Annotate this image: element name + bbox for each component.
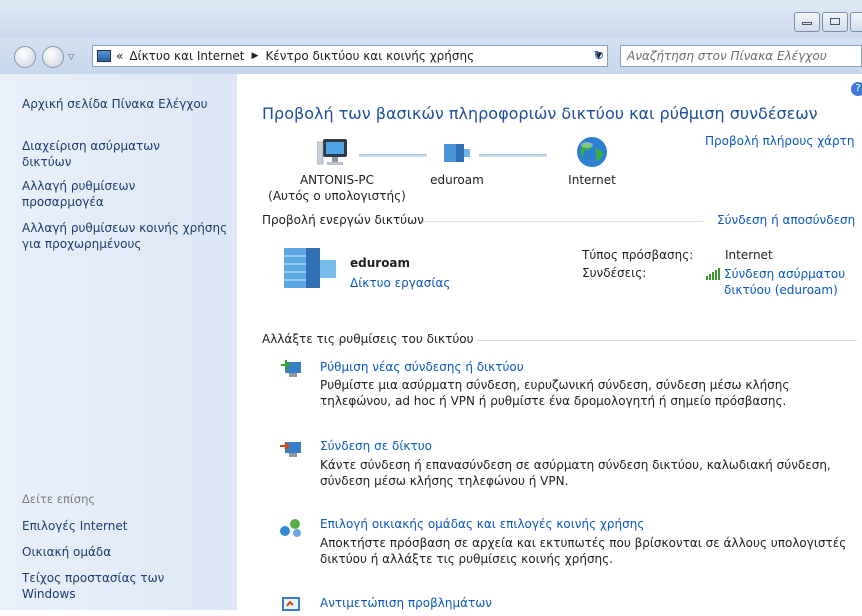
- wireless-connection-link[interactable]: Σύνδεση ασύρματου δικτύου (eduroam): [724, 266, 845, 298]
- see-also-heading: Δείτε επίσης: [22, 492, 96, 506]
- address-bar: ▽ « Δίκτυο και Internet ▶ Κέντρο δικτύου…: [0, 38, 862, 74]
- sidebar-item-manage-wireless[interactable]: Διαχείριση ασύρματων δικτύων: [22, 138, 197, 170]
- homegroup-icon: [280, 519, 301, 537]
- network-type-link[interactable]: Δίκτυο εργασίας: [350, 276, 450, 290]
- sidebar: Αρχική σελίδα Πίνακα Ελέγχου Διαχείριση …: [0, 74, 237, 610]
- active-networks-heading: Προβολή ενεργών δικτύων: [262, 213, 424, 227]
- wireless-connection-line2: δικτύου (eduroam): [724, 283, 838, 297]
- close-button[interactable]: [850, 12, 862, 32]
- change-settings-heading: Αλλάξτε τις ρυθμίσεις του δικτύου: [262, 332, 474, 346]
- connections-label: Συνδέσεις:: [582, 266, 647, 280]
- minimize-icon: [802, 22, 812, 25]
- section-divider: [423, 221, 703, 222]
- new-connection-icon: [281, 360, 301, 377]
- maximize-icon: [830, 18, 840, 25]
- globe-icon: [577, 137, 607, 167]
- task-homegroup-desc: Αποκτήστε πρόσβαση σε αρχεία και εκτυπωτ…: [320, 536, 847, 566]
- active-network-name: eduroam: [350, 256, 411, 270]
- section-divider: [477, 340, 857, 341]
- network-building-icon: [284, 248, 336, 288]
- map-internet-label: Internet: [568, 173, 616, 187]
- breadcrumb[interactable]: « Δίκτυο και Internet ▶ Κέντρο δικτύου κ…: [92, 45, 608, 67]
- network-icon: [444, 144, 470, 162]
- map-computer-label: ANTONIS-PC (Αυτός ο υπολογιστής): [257, 172, 417, 204]
- task-connect-network-link[interactable]: Σύνδεση σε δίκτυο: [320, 439, 432, 453]
- window-titlebar: [0, 0, 862, 38]
- breadcrumb-separator-icon[interactable]: ▶: [252, 51, 259, 61]
- back-button[interactable]: [14, 46, 36, 68]
- sidebar-item-control-panel-home[interactable]: Αρχική σελίδα Πίνακα Ελέγχου: [22, 96, 232, 112]
- connect-network-icon: [280, 442, 301, 457]
- sidebar-item-advanced-sharing[interactable]: Αλλαγή ρυθμίσεων κοινής χρήσης για προχω…: [22, 220, 230, 252]
- task-homegroup-link[interactable]: Επιλογή οικιακής ομάδας και επιλογές κοι…: [320, 517, 644, 531]
- main-content: ? Προβολή των βασικών πληροφοριών δικτύο…: [237, 74, 862, 611]
- search-input[interactable]: Αναζήτηση στον Πίνακα Ελέγχου: [620, 45, 862, 67]
- connect-disconnect-link[interactable]: Σύνδεση ή αποσύνδεση: [717, 213, 855, 227]
- page-title: Προβολή των βασικών πληροφοριών δικτύου …: [262, 104, 818, 123]
- help-icon[interactable]: ?: [851, 82, 862, 96]
- task-new-connection-link[interactable]: Ρύθμιση νέας σύνδεσης ή δικτύου: [320, 360, 524, 374]
- task-troubleshoot-link[interactable]: Αντιμετώπιση προβλημάτων: [320, 596, 492, 610]
- sidebar-item-internet-options[interactable]: Επιλογές Internet: [22, 518, 232, 534]
- maximize-button[interactable]: [822, 12, 848, 32]
- access-type-value: Internet: [725, 248, 773, 262]
- breadcrumb-network-center[interactable]: Κέντρο δικτύου και κοινής χρήσης: [265, 49, 474, 63]
- sidebar-item-firewall[interactable]: Τείχος προστασίας των Windows: [22, 570, 202, 602]
- map-network-label: eduroam: [430, 173, 484, 187]
- refresh-icon[interactable]: ↻: [588, 45, 610, 67]
- map-link-line: [359, 154, 427, 157]
- recent-pages-icon[interactable]: ▽: [68, 52, 74, 61]
- forward-button[interactable]: [42, 46, 64, 68]
- access-type-label: Τύπος πρόσβασης:: [582, 248, 694, 262]
- computer-icon: [317, 139, 347, 165]
- wireless-connection-line1: Σύνδεση ασύρματου: [724, 267, 846, 281]
- breadcrumb-network-internet[interactable]: Δίκτυο και Internet: [129, 49, 244, 63]
- computer-subtitle: (Αυτός ο υπολογιστής): [268, 189, 406, 203]
- task-new-connection-desc: Ρυθμίστε μια ασύρματη σύνδεση, ευρυζωνικ…: [320, 378, 790, 408]
- map-link-line: [479, 154, 547, 157]
- full-map-link[interactable]: Προβολή πλήρους χάρτη: [705, 134, 854, 148]
- breadcrumb-overflow[interactable]: «: [116, 49, 123, 63]
- control-panel-icon: [97, 50, 111, 62]
- task-connect-network-desc: Κάντε σύνδεση ή επανασύνδεση σε ασύρματη…: [320, 458, 831, 488]
- minimize-button[interactable]: [794, 12, 820, 32]
- sidebar-item-homegroup[interactable]: Οικιακή ομάδα: [22, 544, 232, 560]
- signal-strength-icon: [706, 268, 720, 280]
- computer-name: ANTONIS-PC: [299, 173, 375, 187]
- troubleshoot-icon: [282, 597, 300, 611]
- sidebar-item-adapter-settings[interactable]: Αλλαγή ρυθμίσεων προσαρμογέα: [22, 178, 182, 210]
